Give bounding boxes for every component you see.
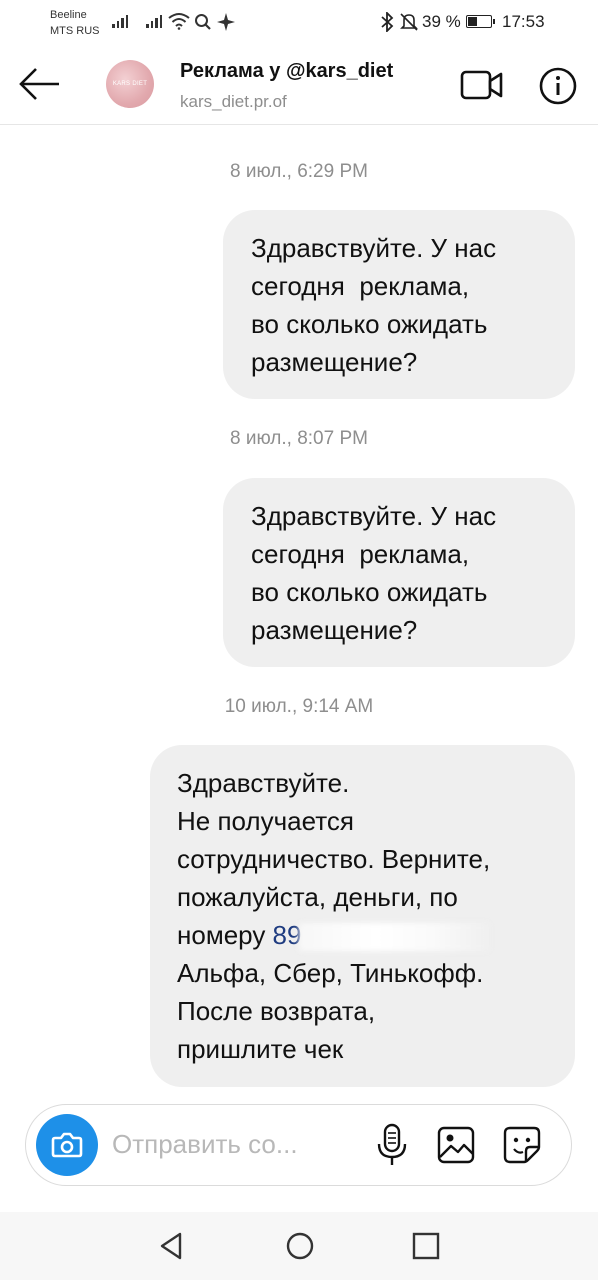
message-line: размещение? [251, 347, 418, 377]
message-line: Здравствуйте. У нас [251, 501, 497, 531]
signal-icon [146, 14, 162, 28]
sparkle-icon [217, 13, 235, 31]
battery-icon [466, 15, 495, 28]
message-line: сотрудничество. Верните, [177, 844, 491, 874]
message-line: размещение? [251, 615, 418, 645]
message-line: Здравствуйте. У нас [251, 233, 497, 263]
message-bubble[interactable]: Здравствуйте. У нас сегодня реклама, во … [223, 478, 575, 667]
timestamp: 10 июл., 9:14 AM [224, 696, 374, 717]
sticker-icon[interactable] [502, 1125, 542, 1165]
camera-icon [51, 1132, 83, 1158]
nav-recents-icon[interactable] [410, 1230, 442, 1262]
chat-title[interactable]: Реклама у @kars_diet [180, 60, 393, 83]
info-icon[interactable] [538, 66, 578, 106]
phone-prefix: номеру [177, 920, 273, 950]
status-bar: Beeline MTS RUS 39 % 17:53 [0, 0, 598, 44]
search-icon [195, 14, 211, 30]
message-line: во сколько ожидать [251, 577, 488, 607]
message-line: После возврата, [177, 996, 376, 1026]
signal-icon [112, 14, 128, 28]
nav-back-icon[interactable] [156, 1230, 188, 1262]
clock: 17:53 [502, 12, 545, 31]
timestamp: 8 июл., 6:29 PM [230, 161, 368, 182]
system-nav-bar [0, 1212, 598, 1280]
back-arrow-icon[interactable] [18, 66, 62, 102]
message-line: сегодня реклама, [251, 539, 470, 569]
video-call-icon[interactable] [460, 68, 504, 102]
message-line: во сколько ожидать [251, 309, 488, 339]
message-line: Не получается [177, 806, 354, 836]
carrier-2: MTS RUS [50, 25, 100, 37]
message-line: сегодня реклама, [251, 271, 470, 301]
chat-header: KARS DIET Реклама у @kars_diet kars_diet… [0, 44, 598, 125]
redacted-blur [299, 923, 490, 952]
gallery-icon[interactable] [436, 1125, 476, 1165]
nav-home-icon[interactable] [284, 1230, 316, 1262]
message-line: пожалуйста, деньги, по [177, 882, 458, 912]
mute-icon [400, 13, 418, 31]
bluetooth-icon [381, 12, 394, 32]
message-bubble[interactable]: Здравствуйте. У нас сегодня реклама, во … [223, 210, 575, 399]
microphone-icon[interactable] [374, 1123, 410, 1167]
avatar[interactable]: KARS DIET [106, 60, 154, 108]
message-line: номеру 89 [177, 916, 547, 954]
battery-percent: 39 % [422, 12, 461, 31]
message-bubble[interactable]: Здравствуйте. Не получается сотрудничест… [150, 745, 575, 1087]
camera-button[interactable] [36, 1114, 98, 1176]
message-line: пришлите чек [177, 1034, 344, 1064]
message-line: Альфа, Сбер, Тинькофф. [177, 958, 484, 988]
avatar-text: KARS DIET [112, 81, 148, 87]
carrier-info: Beeline MTS RUS [50, 7, 100, 39]
message-input[interactable]: Отправить со... [112, 1129, 298, 1160]
carrier-1: Beeline [50, 9, 87, 21]
wifi-icon [168, 13, 190, 30]
timestamp: 8 июл., 8:07 PM [230, 428, 368, 449]
message-composer: Отправить со... [25, 1104, 572, 1186]
phone-number-link[interactable]: 89 [273, 920, 302, 950]
chat-subtitle[interactable]: kars_diet.pr.of [180, 92, 287, 112]
message-line: Здравствуйте. [177, 768, 350, 798]
